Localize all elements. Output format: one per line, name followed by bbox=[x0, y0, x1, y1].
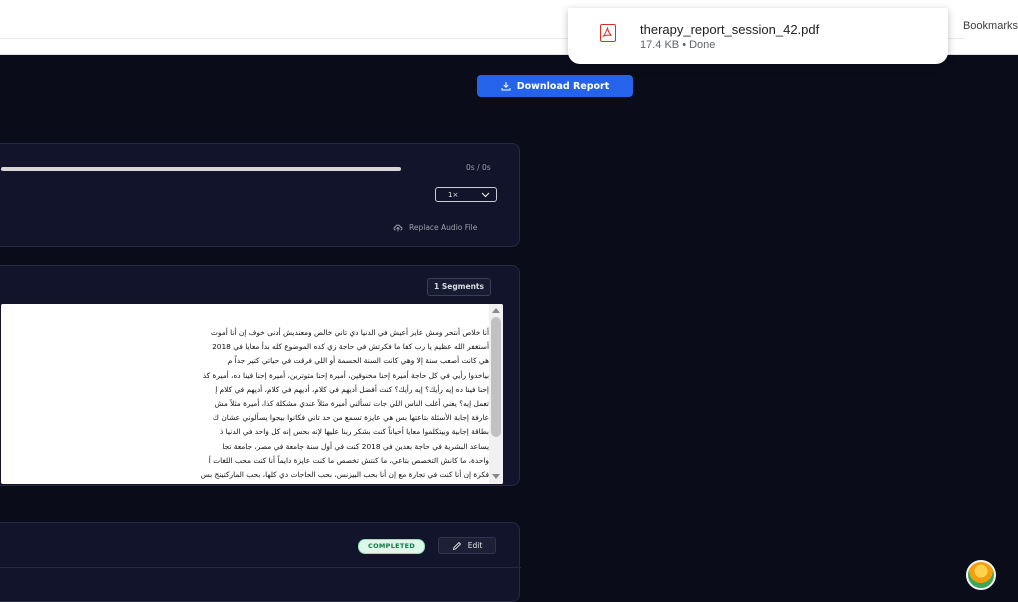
status-badge: COMPLETED bbox=[358, 539, 426, 554]
transcript-line: يساعد البشرية في حاجة بعدين في 2018 كنت … bbox=[222, 441, 489, 451]
playback-speed-value: 1× bbox=[448, 191, 459, 199]
replace-audio-label: Replace Audio File bbox=[409, 223, 478, 232]
edit-button[interactable]: Edit bbox=[438, 537, 496, 554]
download-file-meta: 17.4 KB • Done bbox=[640, 39, 716, 51]
transcript-line: فكرة إن أنا كنت في تجارة مع إن أنا بحب ا… bbox=[200, 469, 489, 479]
transcript-line: عارفة إجابة الأسئلة بتاعتها بس هي عايزة … bbox=[212, 413, 489, 423]
download-file-name[interactable]: therapy_report_session_42.pdf bbox=[640, 22, 819, 37]
scroll-down-icon[interactable] bbox=[492, 474, 500, 479]
transcript-textarea[interactable]: أنا خلاص أنتحر ومش عايز أعيش في الدنيا د… bbox=[1, 304, 503, 484]
replace-audio-button[interactable]: Replace Audio File bbox=[393, 223, 477, 232]
transcript-line: واحدة، ما كانش التخصص بتاعي، ما كنتش تخص… bbox=[208, 455, 489, 465]
upload-icon bbox=[393, 224, 403, 232]
pencil-icon bbox=[452, 541, 461, 550]
scroll-thumb[interactable] bbox=[491, 317, 501, 437]
transcript-line: بياخدوا رأيي في كل حاجة أميرة إحنا مخنوق… bbox=[202, 370, 489, 380]
card-divider bbox=[0, 567, 521, 568]
download-report-label: Download Report bbox=[516, 80, 610, 92]
transcript-line: هي كانت أصعب سنة إلا وهي كانت السنة الحس… bbox=[227, 356, 489, 366]
transcript-text: أنا خلاص أنتحر ومش عايز أعيش في الدنيا د… bbox=[1, 326, 489, 484]
chevron-down-icon bbox=[481, 192, 490, 198]
transcript-scrollbar[interactable] bbox=[489, 304, 503, 484]
scroll-up-icon[interactable] bbox=[492, 308, 500, 313]
transcript-line: خاصة تاني bbox=[1, 482, 489, 484]
transcript-line: تعمل إيه؟ يعني أغلب الناس اللي جات تسألن… bbox=[214, 398, 489, 408]
audio-time: 0s / 0s bbox=[466, 163, 491, 172]
download-popup[interactable]: therapy_report_session_42.pdf 17.4 KB • … bbox=[568, 8, 948, 64]
transcript-line: بطاقة إجابية وبيتكلموا معايا أحياناً كنت… bbox=[220, 427, 489, 437]
session-status-card: COMPLETED Edit bbox=[0, 522, 521, 602]
bookmarks-label[interactable]: Bookmarks bbox=[963, 20, 1018, 32]
download-report-button[interactable]: Download Report bbox=[477, 75, 633, 97]
playback-speed-select[interactable]: 1× bbox=[435, 187, 497, 202]
audio-player-card: 0s / 0s 1× Replace Audio File bbox=[0, 143, 520, 247]
transcript-line: إحنا فينا ده إيه رأيك؟ إيه رأيك؟ كنت أفض… bbox=[215, 384, 489, 394]
download-icon bbox=[501, 82, 511, 91]
audio-progress-bar[interactable] bbox=[1, 167, 401, 171]
transcript-line: أستغفر الله عظيم يا رب كفا ما فكرتش في ح… bbox=[212, 342, 489, 352]
user-avatar[interactable] bbox=[966, 560, 996, 590]
transcript-line: أنا خلاص أنتحر ومش عايز أعيش في الدنيا د… bbox=[211, 328, 489, 337]
edit-label: Edit bbox=[467, 541, 483, 550]
segments-badge: 1 Segments bbox=[427, 278, 491, 296]
transcript-card: 1 Segments أنا خلاص أنتحر ومش عايز أعيش … bbox=[0, 265, 520, 486]
pdf-file-icon bbox=[600, 24, 616, 42]
